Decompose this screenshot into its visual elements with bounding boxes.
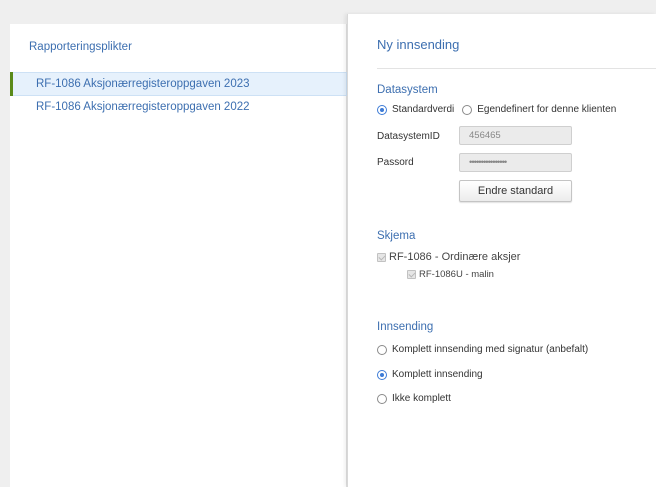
reporting-obligations-panel: Rapporteringsplikter RF-1086 Aksjonærreg… (10, 24, 347, 487)
report-item-label: RF-1086 Aksjonærregisteroppgaven 2022 (36, 101, 250, 113)
datasystem-id-field: 456465 (459, 126, 572, 145)
datasystem-id-label: DatasystemID (377, 131, 440, 142)
change-default-button[interactable]: Endre standard (459, 180, 572, 202)
reporting-obligations-list: RF-1086 Aksjonærregisteroppgaven 2023 RF… (10, 72, 347, 120)
submission-option-incomplete[interactable]: Ikke komplett (377, 393, 459, 404)
radio-complete-signature[interactable] (377, 344, 387, 355)
form-rf1086u-row: RF-1086U - malin (407, 269, 494, 280)
radio-custom-label[interactable]: Egendefinert for denne klienten (477, 104, 616, 115)
radio-standard[interactable] (377, 104, 387, 115)
form-rf1086-label: RF-1086 - Ordinære aksjer (389, 251, 521, 263)
report-item-rf1086-2022[interactable]: RF-1086 Aksjonærregisteroppgaven 2022 (10, 96, 347, 120)
report-item-rf1086-2023[interactable]: RF-1086 Aksjonærregisteroppgaven 2023 (10, 72, 347, 96)
password-field: •••••••••••••••• (459, 153, 572, 172)
panel-title: Ny innsending (377, 37, 460, 52)
form-rf1086u-label: RF-1086U - malin (419, 269, 494, 280)
datasystem-radio-group: Standardverdi Egendefinert for denne kli… (377, 104, 624, 115)
form-rf1086u-checkbox (407, 270, 416, 279)
skjema-section-title: Skjema (377, 230, 416, 242)
password-label: Passord (377, 157, 414, 168)
datasystem-section-title: Datasystem (377, 84, 438, 96)
submission-option-signature[interactable]: Komplett innsending med signatur (anbefa… (377, 344, 596, 355)
radio-complete-signature-label[interactable]: Komplett innsending med signatur (anbefa… (392, 344, 588, 355)
submission-option-complete[interactable]: Komplett innsending (377, 369, 491, 380)
radio-complete-label[interactable]: Komplett innsending (392, 369, 483, 380)
radio-standard-label[interactable]: Standardverdi (392, 104, 454, 115)
reporting-obligations-heading: Rapporteringsplikter (29, 41, 132, 53)
title-divider (377, 68, 656, 69)
radio-incomplete[interactable] (377, 393, 387, 404)
form-rf1086-checkbox (377, 252, 386, 262)
radio-custom[interactable] (462, 104, 473, 115)
innsending-section-title: Innsending (377, 321, 434, 333)
radio-complete[interactable] (377, 369, 387, 380)
form-rf1086-row: RF-1086 - Ordinære aksjer (377, 251, 520, 263)
new-submission-panel: Ny innsending Datasystem Standardverdi E… (347, 14, 656, 487)
report-item-label: RF-1086 Aksjonærregisteroppgaven 2023 (36, 78, 250, 90)
radio-incomplete-label[interactable]: Ikke komplett (392, 393, 451, 404)
